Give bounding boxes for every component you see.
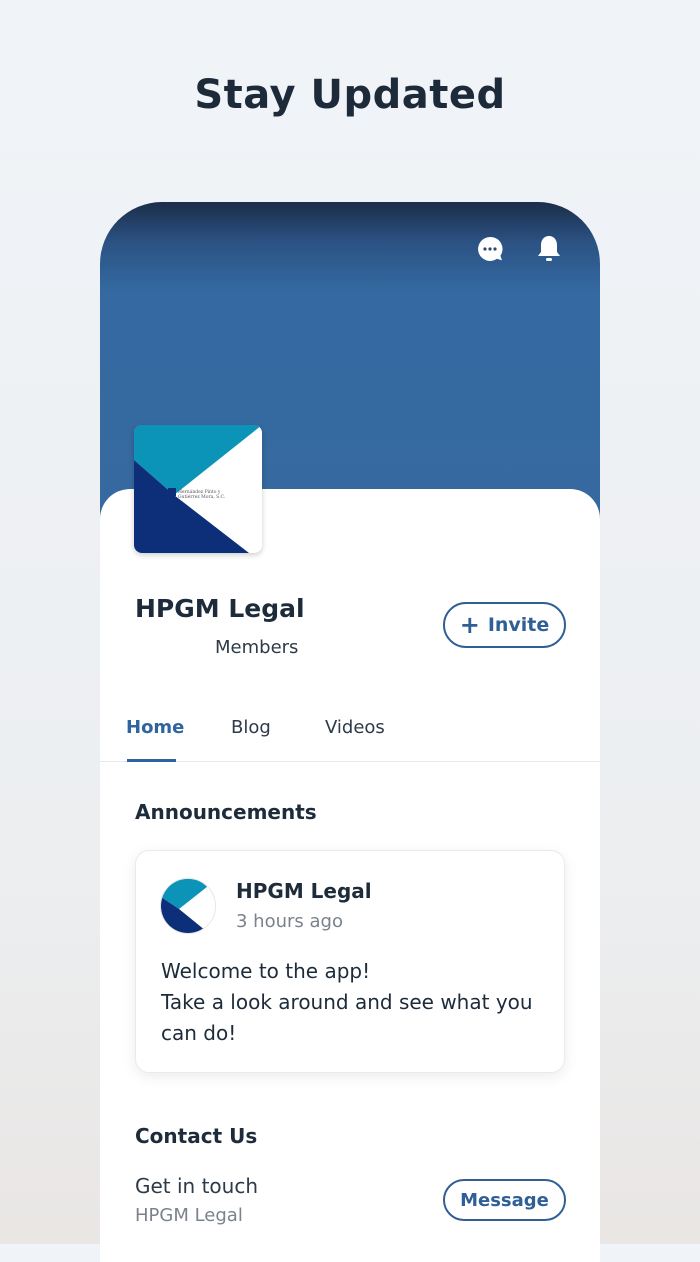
bell-icon[interactable]: [534, 234, 564, 264]
message-button[interactable]: Message: [443, 1179, 566, 1221]
contact-line: Get in touch: [135, 1174, 259, 1198]
post-author: HPGM Legal: [236, 879, 372, 903]
chat-bubble-dots-icon[interactable]: [475, 234, 505, 264]
announcements-heading: Announcements: [135, 800, 317, 824]
group-logo: Hernández Pinto y Gutiérrez Mora, S.C.: [134, 425, 262, 553]
post-body: Welcome to the app! Take a look around a…: [161, 956, 551, 1049]
post-body-line: Welcome to the app!: [161, 959, 371, 983]
author-avatar: [160, 878, 216, 934]
tab-bar: Home Blog Videos: [100, 707, 600, 762]
plus-icon: +: [459, 611, 480, 639]
members-link[interactable]: Members: [215, 637, 298, 658]
contact-heading: Contact Us: [135, 1124, 258, 1148]
invite-button[interactable]: + Invite: [443, 602, 566, 648]
announcement-post[interactable]: HPGM Legal 3 hours ago Welcome to the ap…: [135, 850, 565, 1073]
tab-home[interactable]: Home: [126, 717, 184, 738]
post-timestamp: 3 hours ago: [236, 911, 343, 932]
svg-text:Hernández Pinto y: Hernández Pinto y: [178, 488, 221, 495]
headline: Stay Updated: [194, 72, 506, 118]
contact-name: HPGM Legal: [135, 1205, 243, 1226]
group-name: HPGM Legal: [135, 594, 305, 623]
invite-label: Invite: [487, 614, 550, 636]
tab-blog[interactable]: Blog: [231, 717, 271, 738]
svg-text:Gutiérrez Mora, S.C.: Gutiérrez Mora, S.C.: [178, 493, 226, 500]
phone-screen: Hernández Pinto y Gutiérrez Mora, S.C. H…: [100, 202, 600, 1262]
post-body-line: Take a look around and see what you can …: [161, 990, 533, 1045]
active-tab-indicator: [127, 759, 176, 762]
tab-videos[interactable]: Videos: [325, 717, 385, 738]
